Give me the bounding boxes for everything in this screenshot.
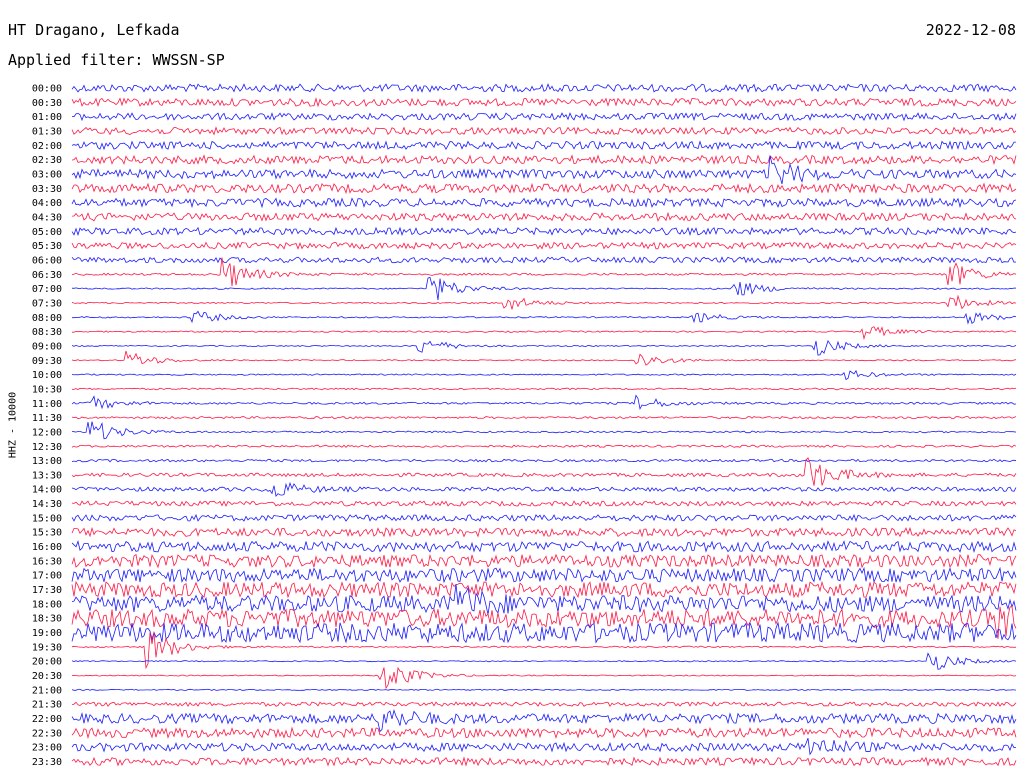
tick-label: 23:30 [32,757,62,768]
seismogram-plot: 00:00 00:30 01:00 01:30 02:00 02:30 03:00 03:30… [32,83,1017,769]
tick-label: 03:00 [32,170,62,181]
tick-label: 16:00 [32,542,62,553]
trace-1200 [71,421,1017,440]
tick-label: 20:30 [32,671,62,682]
trace-1400 [71,481,1017,498]
trace-2300 [71,738,1017,756]
trace-1500 [71,513,1017,523]
tick-label: 13:30 [32,470,62,481]
tick-label: 05:00 [32,227,62,238]
trace-1230 [71,444,1017,448]
tick-label: 19:00 [32,628,62,639]
tick-label: 16:30 [32,556,62,567]
tick-label: 22:30 [32,728,62,739]
tick-label: 02:30 [32,155,62,166]
trace-2330 [71,756,1017,767]
trace-2230 [71,726,1017,740]
trace-0830 [72,326,1017,341]
tick-label: 07:30 [32,298,62,309]
tick-label: 03:30 [32,184,62,195]
trace-0730 [71,294,1017,310]
tick-label: 12:00 [32,427,62,438]
tick-label: 01:00 [32,112,62,123]
trace-0100 [71,112,1017,122]
tick-label: 18:00 [32,599,62,610]
tick-label: 17:00 [32,571,62,582]
trace-0430 [71,211,1017,222]
tick-label: 00:00 [32,84,62,95]
trace-0200 [71,140,1016,151]
tick-label: 18:30 [32,614,62,625]
trace-0130 [71,126,1017,136]
trace-1730 [71,580,1017,599]
trace-1900 [71,621,1017,644]
tick-label: 21:00 [32,685,62,696]
tick-label: 09:30 [32,356,62,367]
tick-label: 11:00 [32,399,62,410]
tick-label: 05:30 [32,241,62,252]
trace-0000 [71,83,1017,93]
trace-1130 [71,415,1017,420]
trace-group [71,83,1017,767]
tick-label: 10:30 [32,384,62,395]
trace-2030 [71,666,1017,690]
trace-1000 [71,369,1017,381]
trace-0530 [71,241,1017,250]
tick-label: 13:00 [32,456,62,467]
tick-label: 17:30 [32,585,62,596]
trace-0230 [71,154,1017,166]
tick-label: 08:00 [32,313,62,324]
trace-1100 [71,394,1017,410]
trace-0900 [71,340,1017,356]
tick-label: 12:30 [32,442,62,453]
tick-label: 21:30 [32,700,62,711]
trace-2100 [71,688,1017,691]
tick-label: 01:30 [32,127,62,138]
tick-label: 15:30 [32,528,62,539]
trace-1830 [71,606,1017,639]
tick-label: 06:30 [32,270,62,281]
tick-label: 10:00 [32,370,62,381]
trace-1600 [71,540,1017,553]
trace-2200 [71,708,1017,733]
trace-0030 [71,97,1017,108]
trace-0800 [72,310,1017,325]
trace-1030 [71,387,1017,391]
tick-label: 14:00 [32,485,62,496]
tick-label: 23:00 [32,743,62,754]
trace-0600 [71,256,1017,264]
tick-label: 19:30 [32,642,62,653]
tick-label: 04:00 [32,198,62,209]
trace-1530 [71,526,1017,538]
tick-label: 14:30 [32,499,62,510]
trace-0930 [71,350,1017,366]
tick-label: 06:00 [32,256,62,267]
trace-2000 [71,652,1017,670]
trace-1700 [71,566,1017,584]
trace-0500 [71,226,1017,237]
tick-label: 22:00 [32,714,62,725]
tick-label: 08:30 [32,327,62,338]
tick-label: 07:00 [32,284,62,295]
trace-1300 [71,458,1017,463]
trace-0400 [71,197,1017,209]
trace-1630 [71,553,1017,569]
trace-0700 [71,276,1017,301]
tick-label-group: 00:00 00:30 01:00 01:30 02:00 02:30 03:00 03:30… [32,84,62,769]
trace-1430 [71,500,1017,507]
tick-label: 20:00 [32,657,62,668]
trace-0330 [71,182,1017,195]
tick-label: 00:30 [32,98,62,109]
tick-label: 15:00 [32,513,62,524]
tick-label: 04:30 [32,213,62,224]
tick-label: 09:00 [32,341,62,352]
tick-label: 11:30 [32,413,62,424]
trace-1330 [71,457,1017,486]
trace-2130 [71,701,1017,708]
tick-label: 02:00 [32,141,62,152]
